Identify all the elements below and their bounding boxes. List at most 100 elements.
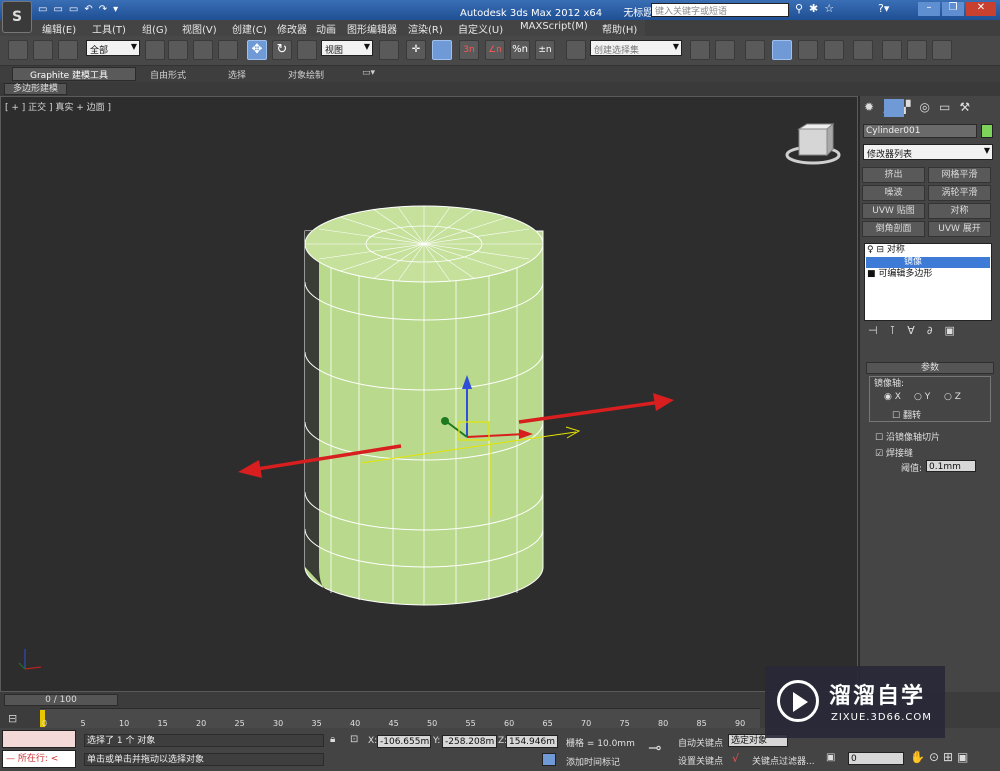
stack-item-editable-poly[interactable]: ■ 可编辑多边形 — [867, 269, 932, 280]
z-coordinate-field[interactable]: 154.946m — [506, 735, 558, 748]
app-logo-icon[interactable]: S — [2, 1, 32, 33]
infocenter-icons[interactable]: ⚲✱☆ — [795, 2, 875, 16]
weld-seam-checkbox[interactable]: ☑ 焊接缝 — [875, 446, 913, 459]
search-input[interactable]: 键入关键字或短语 — [651, 3, 789, 17]
pivot-center-icon[interactable] — [379, 40, 399, 60]
menu-graph-editors[interactable]: 图形编辑器 — [347, 21, 397, 36]
rect-selection-icon[interactable] — [193, 40, 213, 60]
named-selection-set-input[interactable]: 创建选择集 ▼ — [590, 40, 682, 56]
maximize-button[interactable]: ❐ — [942, 2, 964, 16]
threshold-spinner[interactable]: 0.1mm — [926, 460, 976, 472]
window-crossing-icon[interactable] — [218, 40, 238, 60]
add-time-tag[interactable]: 添加时间标记 — [566, 755, 620, 768]
align-icon[interactable] — [715, 40, 735, 60]
rendered-frame-icon[interactable] — [907, 40, 927, 60]
slice-along-mirror-checkbox[interactable]: ☐ 沿镜像轴切片 — [875, 430, 940, 443]
selection-filter-select[interactable]: 全部 ▼ — [86, 40, 140, 56]
menu-maxscript[interactable]: MAXScript(M) — [520, 21, 588, 32]
axis-z-radio[interactable]: ○ Z — [944, 392, 961, 402]
minimize-button[interactable]: – — [918, 2, 940, 16]
edit-named-selection-icon[interactable] — [566, 40, 586, 60]
schematic-view-icon[interactable] — [824, 40, 844, 60]
quick-access-icons[interactable]: ▭▭▭↶↷▾ — [38, 4, 156, 16]
axis-y-radio[interactable]: ○ Y — [914, 392, 930, 402]
select-move-icon[interactable]: ✥ — [247, 40, 267, 60]
stack-item-symmetry[interactable]: ♀ ⊟ 对称 — [867, 245, 905, 256]
set-key-icon[interactable]: √ — [732, 752, 739, 765]
reference-coord-select[interactable]: 视图 ▼ — [321, 40, 373, 56]
render-setup-icon[interactable] — [882, 40, 902, 60]
select-manipulate-icon[interactable]: ✛ — [406, 40, 426, 60]
object-color-swatch[interactable] — [981, 124, 993, 138]
lock-icon[interactable]: 🔒︎ — [330, 734, 335, 745]
key-icon[interactable]: ⊸ — [648, 738, 661, 757]
help-icon[interactable]: ?▾ — [878, 2, 889, 15]
select-scale-icon[interactable] — [297, 40, 317, 60]
key-filters-button[interactable]: 关键点过滤器... — [752, 754, 815, 767]
menu-edit[interactable]: 编辑(E) — [42, 21, 76, 36]
absolute-mode-icon[interactable]: ⊡ — [350, 734, 358, 745]
material-editor-icon[interactable] — [853, 40, 873, 60]
viewport-nav-icons[interactable]: ✋⊙⊞▣ — [910, 750, 996, 766]
maxscript-listener[interactable] — [2, 730, 76, 748]
bind-spacewarp-icon[interactable] — [58, 40, 78, 60]
time-slider[interactable]: 0 / 100 — [4, 694, 118, 706]
menu-create[interactable]: 创建(C) — [232, 21, 267, 36]
modifier-turbosmooth-button[interactable]: 涡轮平滑 — [928, 185, 991, 201]
modifier-unwrap-uvw-button[interactable]: UVW 展开 — [928, 221, 991, 237]
angle-snap-icon[interactable]: ∠n — [485, 40, 505, 60]
add-time-tag-icon[interactable] — [542, 753, 556, 766]
menu-help[interactable]: 帮助(H) — [602, 21, 637, 36]
flip-checkbox[interactable]: ☐ 翻转 — [892, 408, 921, 421]
select-rotate-icon[interactable]: ↻ — [272, 40, 292, 60]
mirror-icon[interactable] — [690, 40, 710, 60]
close-button[interactable]: ✕ — [966, 2, 996, 16]
menu-animation[interactable]: 动画 — [316, 21, 336, 36]
modifier-bevel-profile-button[interactable]: 倒角剖面 — [862, 221, 925, 237]
modify-tab-icon[interactable] — [884, 99, 904, 117]
modifier-noise-button[interactable]: 噪波 — [862, 185, 925, 201]
track-bar-icon[interactable]: ⊟ — [8, 712, 17, 725]
track-bar[interactable] — [40, 708, 760, 728]
current-frame-field[interactable]: 0 — [848, 752, 904, 765]
y-coordinate-field[interactable]: -258.208m — [442, 735, 497, 748]
params-rollout-title[interactable]: 参数 — [866, 362, 994, 374]
graphite-toggle-icon[interactable] — [772, 40, 792, 60]
object-name-field[interactable]: Cylinder001 — [863, 124, 977, 138]
auto-key-button[interactable]: 自动关键点 — [678, 736, 723, 749]
x-coordinate-field[interactable]: -106.655m — [377, 735, 431, 748]
stack-item-mirror[interactable]: 镜像 — [866, 257, 990, 268]
layer-manager-icon[interactable] — [745, 40, 765, 60]
tab-object-paint[interactable]: 对象绘制 — [288, 68, 324, 81]
select-object-icon[interactable] — [145, 40, 165, 60]
axis-x-radio[interactable]: ◉ X — [884, 392, 901, 402]
perspective-viewport[interactable]: [ + ] 正交 ] 真实 + 边面 ] — [0, 96, 858, 692]
tab-polygon-modeling[interactable]: 多边形建模 — [4, 83, 68, 95]
keyboard-shortcut-icon[interactable] — [432, 40, 452, 60]
tab-graphite[interactable]: Graphite 建模工具 — [30, 68, 108, 81]
modifier-meshsmooth-button[interactable]: 网格平滑 — [928, 167, 991, 183]
menu-tools[interactable]: 工具(T) — [92, 21, 126, 36]
render-teapot-icon[interactable] — [932, 40, 952, 60]
select-by-name-icon[interactable] — [168, 40, 188, 60]
tab-freeform[interactable]: 自由形式 — [150, 68, 186, 81]
unlink-icon[interactable] — [33, 40, 53, 60]
set-key-button[interactable]: 设置关键点 — [678, 754, 723, 767]
ribbon-options-icon[interactable]: ▭▾ — [362, 68, 375, 78]
menu-group[interactable]: 组(G) — [142, 21, 168, 36]
tab-selection[interactable]: 选择 — [228, 68, 246, 81]
spinner-snap-icon[interactable]: ±n — [535, 40, 555, 60]
percent-snap-icon[interactable]: %n — [510, 40, 530, 60]
link-icon[interactable] — [8, 40, 28, 60]
menu-rendering[interactable]: 渲染(R) — [408, 21, 443, 36]
running-line-field[interactable]: — 所在行: < — [2, 750, 76, 768]
modifier-uvw-map-button[interactable]: UVW 贴图 — [862, 203, 925, 219]
modifier-list-select[interactable]: 修改器列表 ▼ — [863, 144, 993, 160]
stack-tools-icons[interactable]: ⊣⊺∀∂▣ — [868, 324, 994, 338]
menu-views[interactable]: 视图(V) — [182, 21, 217, 36]
modifier-symmetry-button[interactable]: 对称 — [928, 203, 991, 219]
modifier-extrude-button[interactable]: 挤出 — [862, 167, 925, 183]
time-config-icon[interactable]: ▣ — [826, 752, 835, 763]
curve-editor-icon[interactable] — [798, 40, 818, 60]
menu-customize[interactable]: 自定义(U) — [458, 21, 503, 36]
